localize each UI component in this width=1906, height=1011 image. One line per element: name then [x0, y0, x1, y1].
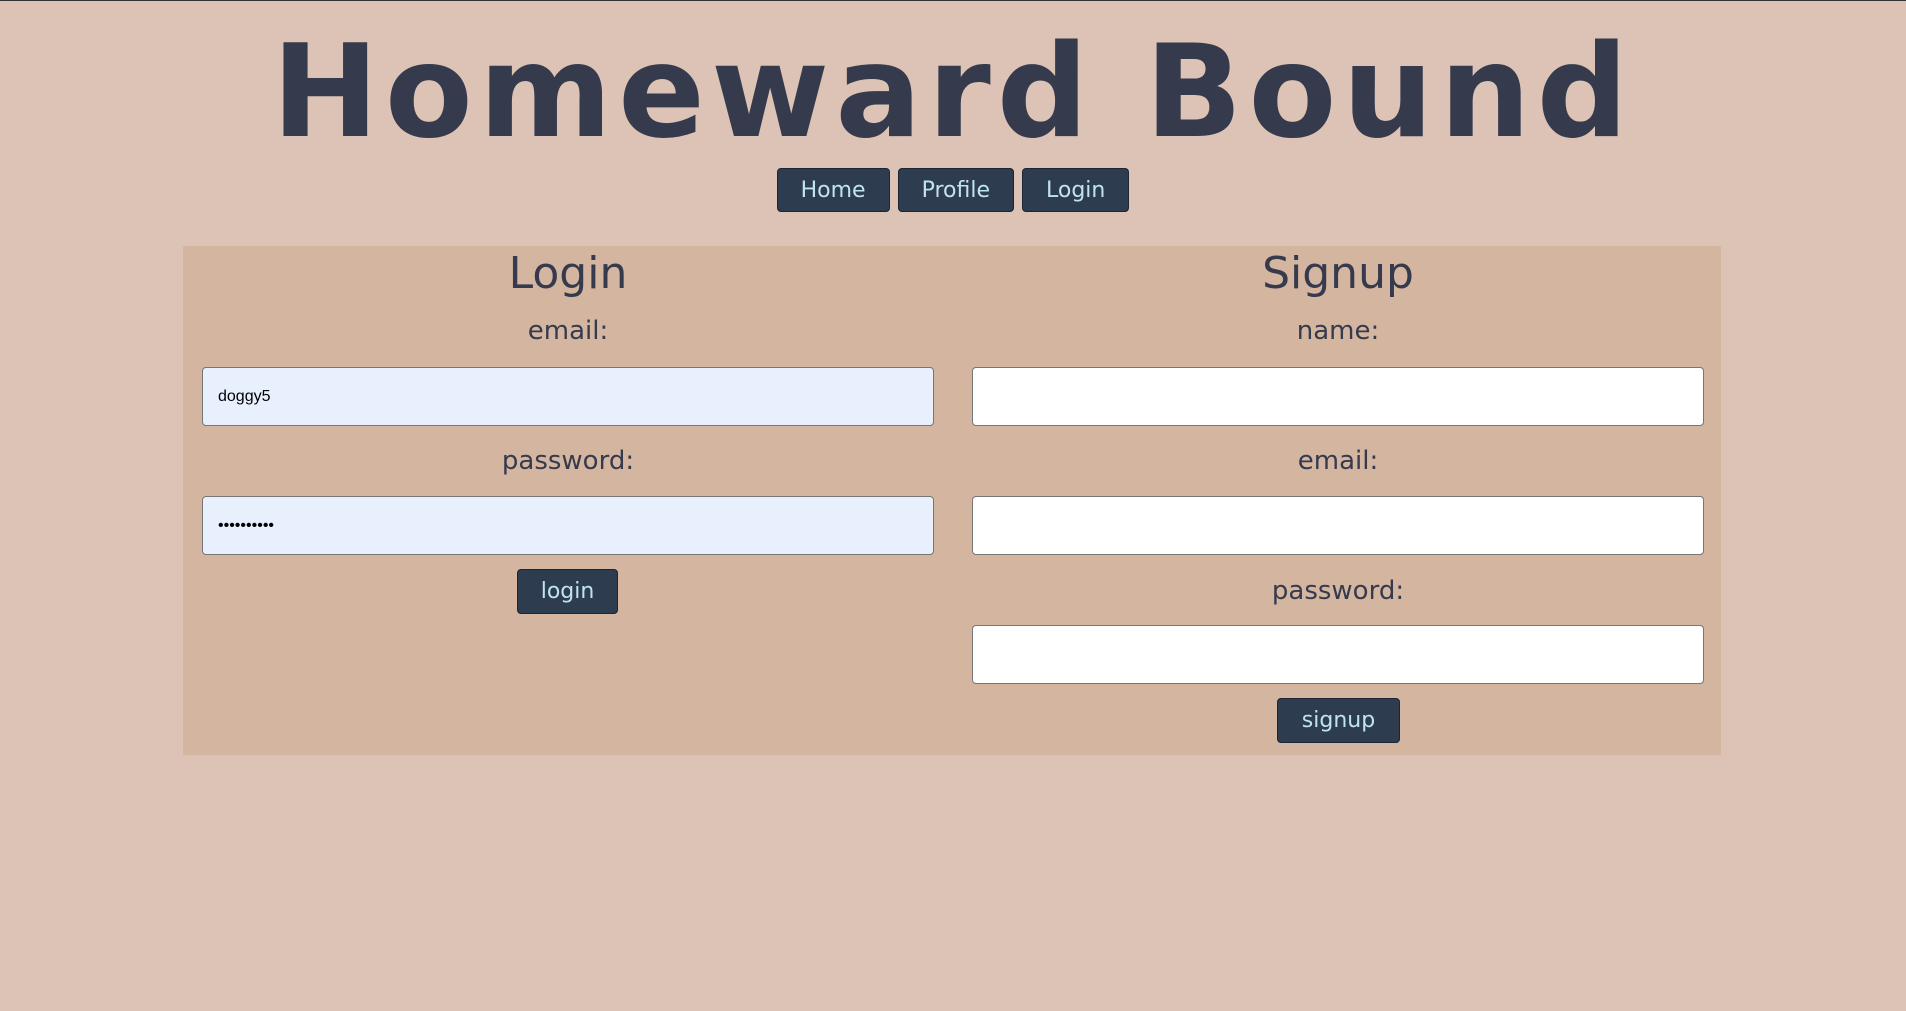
main-nav: Home Profile Login — [0, 168, 1906, 212]
signup-email-label: email: — [1297, 446, 1379, 476]
signup-password-label: password: — [1271, 576, 1405, 606]
site-title: Homeward Bound — [271, 18, 1635, 167]
login-email-label: email: — [527, 316, 609, 346]
auth-panel: Login email: password: login Signup name… — [183, 246, 1721, 755]
signup-name-input[interactable] — [972, 367, 1704, 426]
nav-login-button[interactable]: Login — [1022, 168, 1130, 212]
signup-name-label: name: — [1296, 316, 1380, 346]
nav-home-button[interactable]: Home — [776, 168, 890, 212]
login-password-label: password: — [501, 446, 635, 476]
login-email-input[interactable] — [202, 367, 934, 426]
signup-title: Signup — [1262, 248, 1414, 299]
nav-profile-button[interactable]: Profile — [897, 168, 1014, 212]
signup-email-input[interactable] — [972, 496, 1704, 555]
login-password-input[interactable] — [202, 496, 934, 555]
signup-password-input[interactable] — [972, 625, 1704, 684]
login-title: Login — [508, 248, 628, 299]
signup-button[interactable]: signup — [1277, 698, 1400, 743]
login-button[interactable]: login — [517, 569, 618, 614]
